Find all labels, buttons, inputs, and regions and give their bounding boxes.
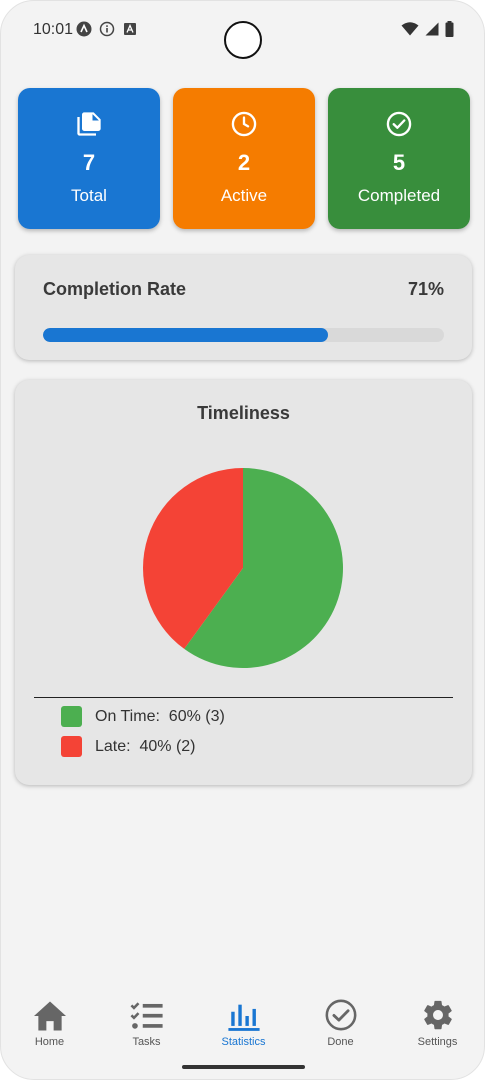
nav-item-statistics[interactable]: Statistics: [195, 996, 292, 1048]
home-icon: [1, 996, 98, 1032]
timeliness-pie-chart: [143, 468, 344, 668]
checklist-icon: [98, 996, 195, 1032]
legend-divider: [34, 697, 453, 698]
nav-label-tasks: Tasks: [132, 1036, 161, 1048]
pie-svg: [143, 468, 344, 668]
documents-icon: [18, 110, 160, 138]
total-label: Total: [71, 186, 107, 205]
clock-icon: [173, 110, 315, 138]
completed-count: 5: [392, 150, 406, 175]
info-icon: [99, 21, 115, 37]
completion-rate-title: Completion Rate: [43, 279, 187, 299]
nav-label-settings: Settings: [417, 1036, 458, 1048]
app-a-square-icon: [122, 21, 138, 37]
legend-swatch-on-time: [61, 706, 82, 727]
nav-label-done: Done: [327, 1036, 354, 1048]
system-icons: [401, 21, 454, 42]
check-circle-icon: [292, 996, 389, 1032]
completed-label: Completed: [357, 186, 441, 205]
status-bar: 10:01: [1, 1, 484, 59]
bar-chart-icon: [195, 996, 292, 1032]
nav-label-home: Home: [34, 1036, 65, 1048]
signal-icon: [425, 22, 439, 41]
nav-item-tasks[interactable]: Tasks: [98, 996, 195, 1048]
bottom-navigation: Home Tasks Statistics Done Settings: [1, 996, 484, 1058]
nav-item-settings[interactable]: Settings: [389, 996, 484, 1048]
front-camera: [224, 21, 262, 59]
active-count: 2: [237, 150, 251, 175]
nav-label-statistics: Statistics: [221, 1036, 266, 1048]
active-label: Active: [220, 186, 268, 205]
legend-label-on-time: On Time: 60% (3): [95, 707, 225, 725]
nav-item-home[interactable]: Home: [1, 996, 98, 1048]
legend-label-late: Late: 40% (2): [95, 737, 196, 755]
total-count: 7: [82, 150, 96, 175]
legend-swatch-late: [61, 736, 82, 757]
legend-item-late: Late: 40% (2): [61, 736, 196, 757]
total-tasks-card: 7 Total: [18, 88, 160, 229]
completion-rate-card: Completion Rate 71%: [15, 255, 472, 360]
battery-icon: [445, 21, 454, 42]
notification-icons: [76, 21, 138, 37]
completed-tasks-card: 5 Completed: [328, 88, 470, 229]
wifi-icon: [401, 22, 419, 41]
completion-progress-fill: [43, 328, 328, 342]
home-indicator[interactable]: [182, 1065, 305, 1069]
app-a-icon: [76, 21, 92, 37]
nav-item-done[interactable]: Done: [292, 996, 389, 1048]
timeliness-title: Timeliness: [197, 403, 290, 423]
completion-rate-percent: 71%: [407, 279, 444, 299]
phone-screen: 10:01 7 Total 2 Active 5 Completed Compl…: [0, 0, 485, 1080]
status-time: 10:01: [33, 21, 74, 38]
check-circle-icon: [328, 110, 470, 138]
timeliness-card: Timeliness On Time: 60% (3) Late: 40% (2…: [15, 380, 472, 785]
completion-progress-bar: [43, 328, 444, 342]
legend-item-on-time: On Time: 60% (3): [61, 706, 225, 727]
gear-icon: [389, 996, 484, 1032]
active-tasks-card: 2 Active: [173, 88, 315, 229]
